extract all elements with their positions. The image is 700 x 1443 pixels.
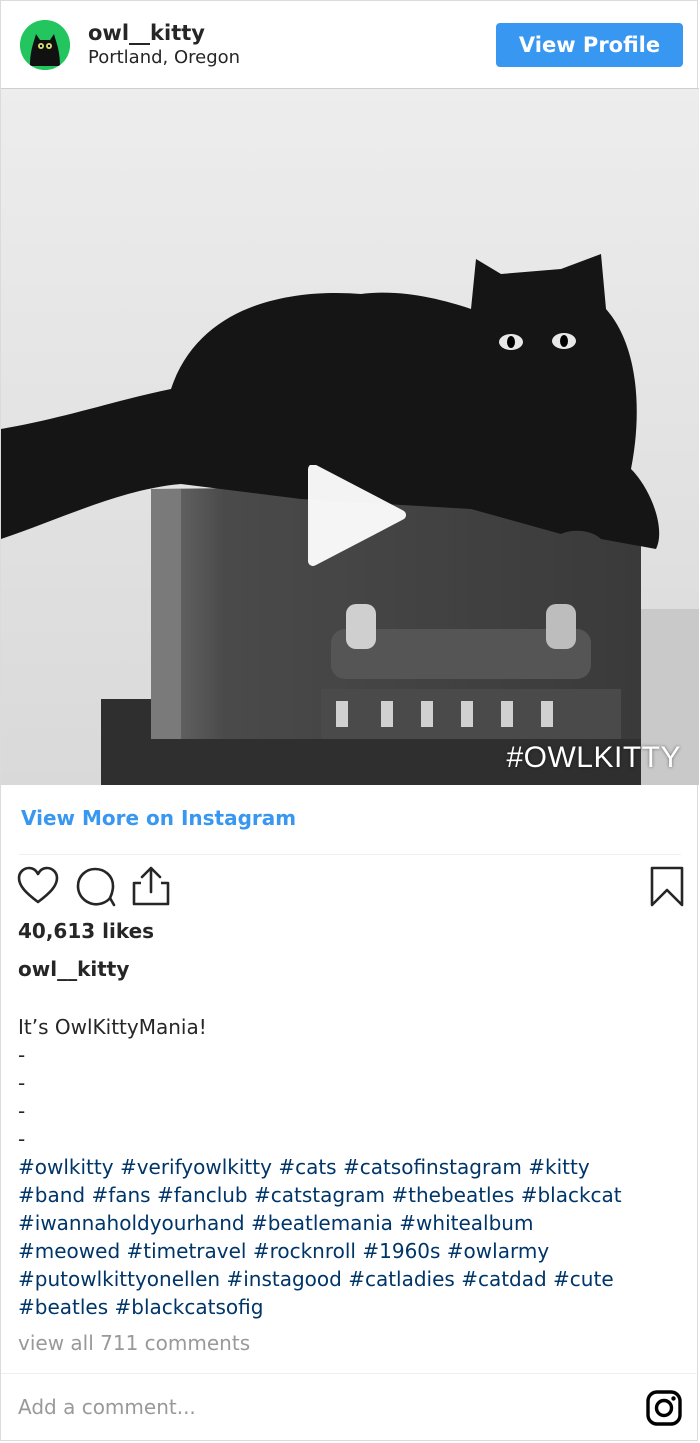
video-watermark: #OWLKITTY <box>506 741 681 774</box>
hashtag-link[interactable]: #catdad <box>461 1267 547 1291</box>
hashtag-link[interactable]: #1960s <box>362 1239 440 1263</box>
post-media-video[interactable]: #OWLKITTY <box>1 88 699 785</box>
comment-icon[interactable] <box>74 865 118 909</box>
divider <box>19 854 681 855</box>
hashtag-link[interactable]: #whitealbum <box>399 1211 533 1235</box>
header-location[interactable]: Portland, Oregon <box>88 47 240 68</box>
hashtag-link[interactable]: #kitty <box>528 1155 589 1179</box>
cat-avatar-icon <box>20 20 70 70</box>
heart-icon[interactable] <box>16 865 60 909</box>
post-header: owl__kitty Portland, Oregon View Profile <box>1 1 699 88</box>
hashtag-link[interactable]: #fanclub <box>157 1183 248 1207</box>
hashtag-list: #owlkitty #verifyowlkitty #cats #catsofi… <box>18 1153 688 1321</box>
view-more-link[interactable]: View More on Instagram <box>21 806 296 830</box>
view-all-comments-link[interactable]: view all 711 comments <box>18 1331 250 1355</box>
hashtag-link[interactable]: #meowed <box>18 1239 120 1263</box>
hashtag-link[interactable]: #owlarmy <box>447 1239 549 1263</box>
hashtag-link[interactable]: #timetravel <box>127 1239 247 1263</box>
view-profile-button[interactable]: View Profile <box>496 23 683 67</box>
hashtag-link[interactable]: #instagood <box>226 1267 341 1291</box>
hashtag-link[interactable]: #beatles <box>18 1295 108 1319</box>
hashtag-link[interactable]: #blackcat <box>521 1183 622 1207</box>
caption-text: It’s OwlKittyMania! - - - - <box>18 1013 688 1153</box>
hashtag-link[interactable]: #fans <box>91 1183 150 1207</box>
caption-line: It’s OwlKittyMania! <box>18 1015 207 1039</box>
hashtag-link[interactable]: #band <box>18 1183 85 1207</box>
hashtag-link[interactable]: #blackcatsofig <box>115 1295 264 1319</box>
divider <box>1 1373 699 1374</box>
hashtag-link[interactable]: #putowlkittyonellen <box>18 1267 220 1291</box>
hashtag-link[interactable]: #beatlemania <box>251 1211 393 1235</box>
caption-line: - <box>18 1099 26 1123</box>
header-username[interactable]: owl__kitty <box>88 21 205 45</box>
caption-username[interactable]: owl__kitty <box>18 957 129 981</box>
hashtag-link[interactable]: #catladies <box>348 1267 455 1291</box>
hashtag-link[interactable]: #thebeatles <box>391 1183 514 1207</box>
share-icon[interactable] <box>129 865 173 909</box>
hashtag-link[interactable]: #iwannaholdyourhand <box>18 1211 245 1235</box>
play-icon[interactable] <box>301 465 411 575</box>
caption-line: - <box>18 1071 26 1095</box>
hashtag-link[interactable]: #rocknroll <box>253 1239 356 1263</box>
instagram-embed-card: owl__kitty Portland, Oregon View Profile <box>0 0 699 1441</box>
caption-line: - <box>18 1127 26 1151</box>
caption-line: - <box>18 1043 26 1067</box>
hashtag-link[interactable]: #catstagram <box>254 1183 385 1207</box>
add-comment-input[interactable] <box>18 1395 618 1419</box>
hashtag-link[interactable]: #owlkitty <box>18 1155 114 1179</box>
hashtag-link[interactable]: #catsofinstagram <box>343 1155 522 1179</box>
likes-count[interactable]: 40,613 likes <box>18 919 154 943</box>
hashtag-link[interactable]: #cute <box>553 1267 614 1291</box>
avatar[interactable] <box>20 20 70 70</box>
hashtag-link[interactable]: #verifyowlkitty <box>120 1155 272 1179</box>
action-bar <box>1 865 699 909</box>
instagram-logo-icon[interactable] <box>646 1390 682 1426</box>
bookmark-icon[interactable] <box>645 865 689 909</box>
cat-video-thumbnail <box>1 89 699 785</box>
hashtag-link[interactable]: #cats <box>278 1155 336 1179</box>
